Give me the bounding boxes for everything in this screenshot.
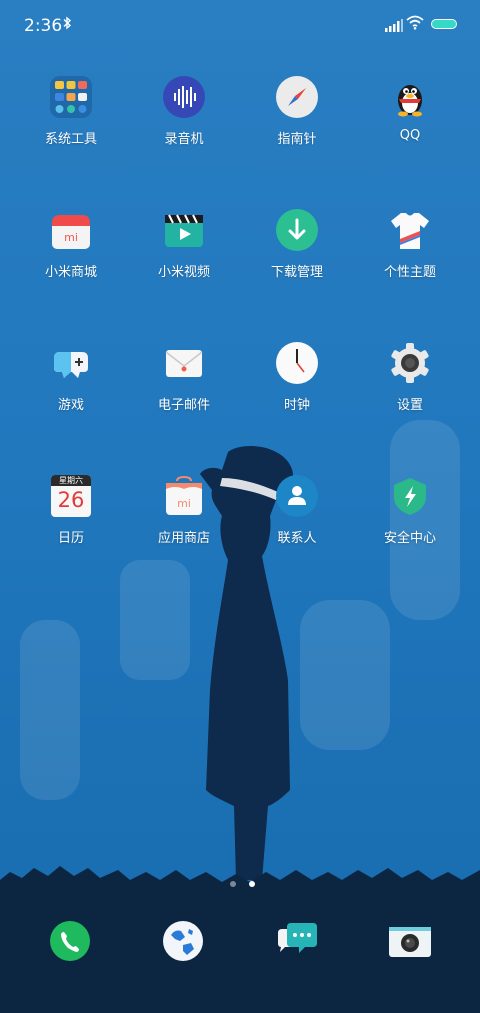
themes-icon xyxy=(389,209,431,251)
app-label: 系统工具 xyxy=(44,132,97,147)
app-label: 游戏 xyxy=(57,398,84,413)
download-manager-icon xyxy=(276,209,318,251)
app-qq[interactable]: QQ xyxy=(355,76,465,143)
app-email[interactable]: 电子邮件 xyxy=(129,342,239,413)
app-mi-store[interactable]: mi 小米商城 xyxy=(16,209,126,280)
svg-text:mi: mi xyxy=(177,497,191,510)
app-calendar[interactable]: 星期六 26 日历 xyxy=(16,475,126,546)
system-tools-folder-icon xyxy=(50,76,92,118)
mi-store-icon: mi xyxy=(50,209,92,251)
app-security-center[interactable]: 安全中心 xyxy=(355,475,465,546)
app-label: 录音机 xyxy=(164,132,204,147)
camera-icon[interactable] xyxy=(388,919,432,963)
battery-icon xyxy=(431,19,457,29)
app-sound-recorder[interactable]: 录音机 xyxy=(129,76,239,147)
app-settings[interactable]: 设置 xyxy=(355,342,465,413)
app-label: 应用商店 xyxy=(157,531,210,546)
app-label: 时钟 xyxy=(283,398,310,413)
status-time: 2:36 xyxy=(24,16,63,36)
clock-icon xyxy=(276,342,318,384)
email-icon xyxy=(163,342,205,384)
wifi-icon xyxy=(406,15,424,34)
app-label: 联系人 xyxy=(277,531,317,546)
contacts-icon xyxy=(276,475,318,517)
settings-gear-icon xyxy=(389,342,431,384)
app-store-icon: mi xyxy=(163,475,205,517)
app-label: 电子邮件 xyxy=(157,398,210,413)
app-label: 指南针 xyxy=(277,132,317,147)
bluetooth-icon xyxy=(62,16,72,34)
app-label: 小米商城 xyxy=(44,265,97,280)
calendar-weekday: 星期六 xyxy=(51,475,91,486)
security-center-icon xyxy=(389,475,431,517)
app-label: 设置 xyxy=(396,398,423,413)
svg-text:mi: mi xyxy=(64,231,78,244)
calendar-icon: 星期六 26 xyxy=(51,475,91,517)
sound-recorder-icon xyxy=(163,76,205,118)
app-label: 个性主题 xyxy=(383,265,436,280)
signal-icon xyxy=(385,17,403,36)
compass-icon xyxy=(276,76,318,118)
games-icon xyxy=(50,342,92,384)
status-bar: 2:36 xyxy=(0,0,480,52)
app-download-manager[interactable]: 下载管理 xyxy=(242,209,352,280)
app-label: 下载管理 xyxy=(270,265,323,280)
app-contacts[interactable]: 联系人 xyxy=(242,475,352,546)
mi-video-icon xyxy=(163,209,205,251)
browser-globe-icon[interactable] xyxy=(161,919,205,963)
app-label: 小米视频 xyxy=(157,265,210,280)
app-themes[interactable]: 个性主题 xyxy=(355,209,465,280)
app-label: 安全中心 xyxy=(383,531,436,546)
app-compass[interactable]: 指南针 xyxy=(242,76,352,147)
app-label: QQ xyxy=(399,128,421,143)
app-games[interactable]: 游戏 xyxy=(16,342,126,413)
app-app-store[interactable]: mi 应用商店 xyxy=(129,475,239,546)
dock xyxy=(0,885,480,1013)
app-clock[interactable]: 时钟 xyxy=(242,342,352,413)
phone-icon[interactable] xyxy=(48,919,92,963)
messages-icon[interactable] xyxy=(275,919,319,963)
calendar-day: 26 xyxy=(57,488,85,512)
qq-penguin-icon xyxy=(389,76,431,118)
app-system-tools[interactable]: 系统工具 xyxy=(16,76,126,147)
app-mi-video[interactable]: 小米视频 xyxy=(129,209,239,280)
home-screen: 2:36 系统工具 录音机 指南针 QQ mi 小米商城 小米视频 下载管理 个… xyxy=(0,0,480,1013)
app-label: 日历 xyxy=(57,531,84,546)
